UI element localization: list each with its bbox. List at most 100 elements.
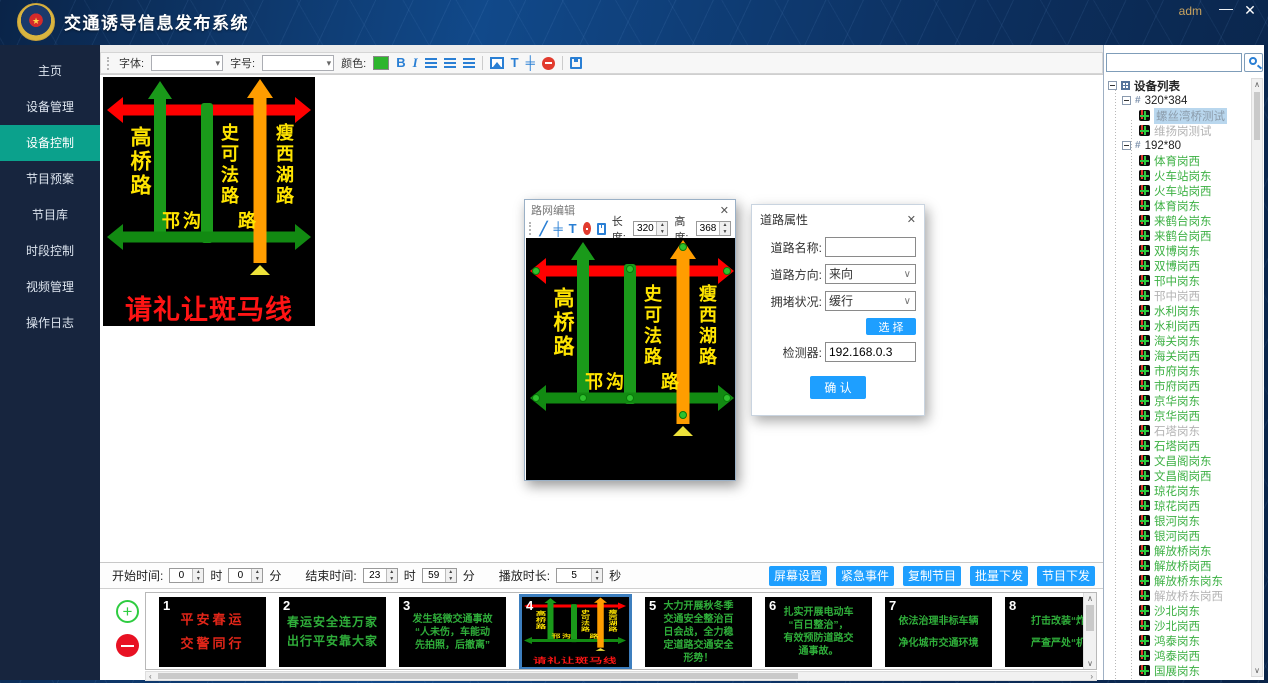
align-left-icon[interactable] bbox=[425, 58, 437, 68]
main-sign-preview[interactable]: 高桥路 史可法路 瘦西湖路 邗沟 路 请礼让斑马线 bbox=[103, 77, 315, 326]
remove-program-button[interactable] bbox=[116, 634, 139, 657]
end-hour-stepper[interactable]: ▲▼ bbox=[363, 568, 398, 583]
playlist-thumb-3[interactable]: 3发生轻微交通事故“人未伤，车能动先拍照，后撤离” bbox=[399, 597, 506, 667]
select-button[interactable]: 选 择 bbox=[866, 318, 916, 335]
action-button-1[interactable]: 紧急事件 bbox=[836, 566, 894, 586]
height-stepper[interactable]: ▲▼ bbox=[696, 221, 731, 236]
collapse-icon[interactable] bbox=[1108, 81, 1117, 90]
stepper-arrows-icon[interactable]: ▲▼ bbox=[445, 569, 456, 582]
tree-device-item[interactable]: 沙北岗西 bbox=[1106, 618, 1252, 633]
close-icon[interactable]: ✕ bbox=[1240, 2, 1260, 19]
tree-device-item[interactable]: 水利岗西 bbox=[1106, 318, 1252, 333]
tree-device-item[interactable]: 解放桥岗东 bbox=[1106, 543, 1252, 558]
collapse-icon[interactable] bbox=[1122, 96, 1131, 105]
tree-device-item[interactable]: 琼花岗西 bbox=[1106, 498, 1252, 513]
align-right-icon[interactable] bbox=[463, 58, 475, 68]
bold-icon[interactable]: B bbox=[396, 56, 405, 70]
tree-device-item[interactable]: 文昌阁岗西 bbox=[1106, 468, 1252, 483]
sidebar-item-2[interactable]: 设备控制 bbox=[0, 125, 100, 161]
sidebar-item-7[interactable]: 操作日志 bbox=[0, 305, 100, 341]
scroll-down-icon[interactable]: ∨ bbox=[1252, 666, 1262, 675]
action-button-3[interactable]: 批量下发 bbox=[970, 566, 1028, 586]
tree-device-item[interactable]: 国展岗西 bbox=[1106, 678, 1252, 680]
close-icon[interactable]: ✕ bbox=[720, 204, 729, 217]
tree-device-item[interactable]: 水利岗东 bbox=[1106, 303, 1252, 318]
start-minute-input[interactable] bbox=[229, 569, 251, 582]
stepper-arrows-icon[interactable]: ▲▼ bbox=[251, 569, 262, 582]
tree-device-item[interactable]: 解放桥东岗东 bbox=[1106, 573, 1252, 588]
tree-device-item[interactable]: 火车站岗西 bbox=[1106, 183, 1252, 198]
tree-device-item[interactable]: 解放桥岗西 bbox=[1106, 558, 1252, 573]
tree-root[interactable]: 设备列表 bbox=[1106, 78, 1252, 93]
color-swatch[interactable] bbox=[373, 56, 389, 70]
confirm-button[interactable]: 确 认 bbox=[810, 376, 866, 399]
tree-device-item[interactable]: 来鹤台岗西 bbox=[1106, 228, 1252, 243]
tree-device-item[interactable]: 沙北岗东 bbox=[1106, 603, 1252, 618]
stepper-arrows-icon[interactable]: ▲▼ bbox=[386, 569, 397, 582]
sidebar-item-3[interactable]: 节目预案 bbox=[0, 161, 100, 197]
tree-device-item[interactable]: 双博岗东 bbox=[1106, 243, 1252, 258]
logged-in-user[interactable]: adm bbox=[1179, 4, 1202, 18]
tree-device-item[interactable]: 火车站岗东 bbox=[1106, 168, 1252, 183]
end-hour-input[interactable] bbox=[364, 569, 386, 582]
length-stepper[interactable]: ▲▼ bbox=[633, 221, 668, 236]
road-sign-canvas[interactable]: 高桥路 史可法路 瘦西湖路 邗沟 路 请礼让斑马线 bbox=[526, 238, 735, 480]
length-input[interactable] bbox=[634, 222, 656, 235]
tree-device-item[interactable]: 国展岗东 bbox=[1106, 663, 1252, 678]
tree-device-item[interactable]: 解放桥东岗西 bbox=[1106, 588, 1252, 603]
tree-device-item[interactable]: 邗中岗西 bbox=[1106, 288, 1252, 303]
action-button-0[interactable]: 屏幕设置 bbox=[769, 566, 827, 586]
road-sign-canvas[interactable]: 高桥路 史可法路 瘦西湖路 邗沟 路 请礼让斑马线 bbox=[522, 597, 628, 665]
playlist-thumb-4[interactable]: 4 高桥路 史可法路 瘦西湖路 邗沟 路 请礼让斑马线 bbox=[519, 594, 632, 670]
detector-input[interactable] bbox=[825, 342, 916, 362]
duration-input[interactable] bbox=[557, 569, 591, 582]
sidebar-item-4[interactable]: 节目库 bbox=[0, 197, 100, 233]
scroll-up-icon[interactable]: ∧ bbox=[1084, 594, 1096, 603]
tree-device-item[interactable]: 鸿泰岗东 bbox=[1106, 633, 1252, 648]
collapse-icon[interactable] bbox=[1122, 141, 1131, 150]
scroll-left-icon[interactable]: ‹ bbox=[149, 672, 152, 681]
tree-device-item[interactable]: 来鹤台岗东 bbox=[1106, 213, 1252, 228]
scroll-right-icon[interactable]: › bbox=[1090, 672, 1093, 681]
scroll-up-icon[interactable]: ∧ bbox=[1252, 80, 1262, 89]
road-direction-select[interactable]: 来向 bbox=[825, 264, 916, 284]
scrollbar-thumb[interactable] bbox=[1254, 92, 1260, 140]
tree-device-item[interactable]: 市府岗西 bbox=[1106, 378, 1252, 393]
tree-device-item[interactable]: 双博岗西 bbox=[1106, 258, 1252, 273]
stepper-arrows-icon[interactable]: ▲▼ bbox=[591, 569, 602, 582]
font-size-select[interactable] bbox=[262, 55, 334, 71]
start-hour-input[interactable] bbox=[170, 569, 192, 582]
scrollbar-thumb[interactable] bbox=[158, 673, 798, 679]
tree-device-item[interactable]: 石塔岗东 bbox=[1106, 423, 1252, 438]
editor-canvas[interactable]: 高桥路 史可法路 瘦西湖路 邗沟 路 请礼让斑马线 bbox=[526, 238, 735, 480]
minimize-icon[interactable]: — bbox=[1216, 0, 1236, 16]
tree-group-1[interactable]: #192*80 bbox=[1106, 138, 1252, 153]
end-minute-input[interactable] bbox=[423, 569, 445, 582]
road-network-icon[interactable]: ╪ bbox=[553, 222, 562, 236]
height-input[interactable] bbox=[697, 222, 719, 235]
start-hour-stepper[interactable]: ▲▼ bbox=[169, 568, 204, 583]
duration-stepper[interactable]: ▲▼ bbox=[556, 568, 603, 583]
thumbnails-vertical-scrollbar[interactable]: ∧ ∨ bbox=[1083, 593, 1096, 669]
tree-device-item[interactable]: 银河岗西 bbox=[1106, 528, 1252, 543]
tree-device-item[interactable]: 琼花岗东 bbox=[1106, 483, 1252, 498]
road-name-input[interactable] bbox=[825, 237, 916, 257]
start-minute-stepper[interactable]: ▲▼ bbox=[228, 568, 263, 583]
align-center-icon[interactable] bbox=[444, 58, 456, 68]
stepper-arrows-icon[interactable]: ▲▼ bbox=[719, 222, 730, 235]
text-tool-icon[interactable]: T bbox=[511, 56, 519, 70]
playlist-thumb-1[interactable]: 1平安春运交警同行 bbox=[159, 597, 266, 667]
sidebar-item-0[interactable]: 主页 bbox=[0, 53, 100, 89]
save-icon[interactable] bbox=[597, 223, 606, 235]
playlist-thumb-7[interactable]: 7依法治理非标车辆净化城市交通环境 bbox=[885, 597, 992, 667]
insert-image-icon[interactable] bbox=[490, 57, 504, 69]
tree-device-item[interactable]: 维扬岗测试 bbox=[1106, 123, 1252, 138]
end-minute-stepper[interactable]: ▲▼ bbox=[422, 568, 457, 583]
delete-icon[interactable] bbox=[542, 57, 555, 70]
font-select[interactable] bbox=[151, 55, 223, 71]
tree-scrollbar[interactable]: ∧ ∨ bbox=[1251, 78, 1263, 677]
tree-device-item[interactable]: 海关岗东 bbox=[1106, 333, 1252, 348]
tree-device-item[interactable]: 邗中岗东 bbox=[1106, 273, 1252, 288]
tree-device-item[interactable]: 鸿泰岗西 bbox=[1106, 648, 1252, 663]
tree-device-item[interactable]: 体育岗东 bbox=[1106, 198, 1252, 213]
